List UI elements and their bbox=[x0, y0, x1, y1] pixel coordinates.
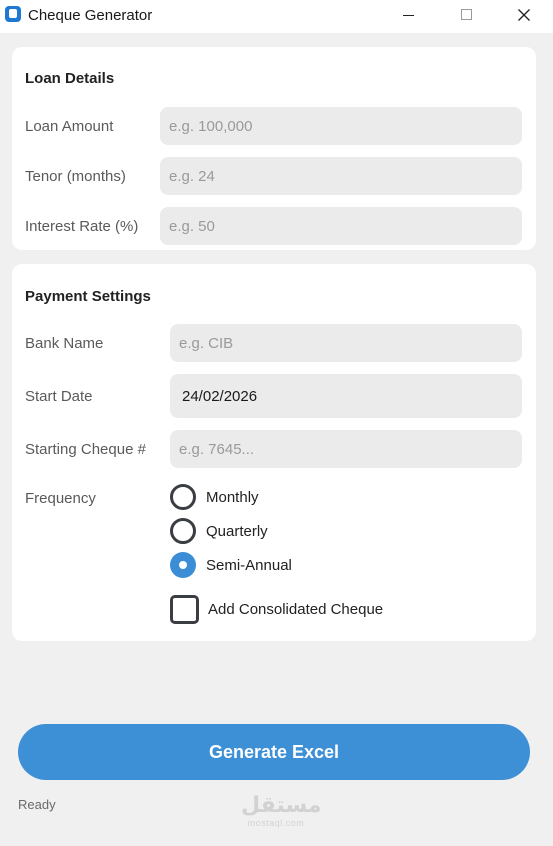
watermark-logo: مستقل mostaql.com bbox=[241, 792, 322, 829]
consolidated-cheque-option[interactable]: Add Consolidated Cheque bbox=[170, 595, 383, 624]
bank-name-input[interactable] bbox=[170, 324, 522, 362]
loan-amount-label: Loan Amount bbox=[25, 118, 114, 135]
loan-amount-input[interactable] bbox=[160, 107, 522, 145]
generate-excel-button[interactable]: Generate Excel bbox=[18, 724, 530, 780]
status-text: Ready bbox=[18, 797, 56, 812]
title-bar: Cheque Generator bbox=[0, 0, 553, 33]
bank-name-label: Bank Name bbox=[25, 335, 104, 352]
tenor-input[interactable] bbox=[160, 157, 522, 195]
watermark-latin: mostaql.com bbox=[247, 818, 305, 828]
app-icon bbox=[5, 6, 21, 22]
close-icon bbox=[518, 9, 530, 21]
watermark-arabic: مستقل bbox=[241, 792, 322, 817]
consolidated-cheque-checkbox[interactable] bbox=[170, 595, 199, 624]
start-date-input[interactable] bbox=[170, 374, 522, 418]
starting-cheque-label: Starting Cheque # bbox=[25, 441, 146, 458]
radio-label: Quarterly bbox=[206, 522, 268, 540]
starting-cheque-input[interactable] bbox=[170, 430, 522, 468]
frequency-option-semi-annual[interactable]: Semi-Annual bbox=[170, 552, 292, 578]
radio-label: Semi-Annual bbox=[206, 556, 292, 574]
window-title: Cheque Generator bbox=[28, 7, 153, 24]
interest-rate-input[interactable] bbox=[160, 207, 522, 245]
payment-settings-title: Payment Settings bbox=[25, 288, 151, 305]
minimize-button[interactable] bbox=[386, 0, 432, 31]
tenor-label: Tenor (months) bbox=[25, 168, 126, 185]
payment-settings-card: Payment Settings Bank Name Start Date St… bbox=[12, 264, 536, 641]
radio-button[interactable] bbox=[170, 484, 196, 510]
radio-button[interactable] bbox=[170, 518, 196, 544]
radio-label: Monthly bbox=[206, 488, 259, 506]
close-button[interactable] bbox=[501, 0, 547, 31]
frequency-label: Frequency bbox=[25, 490, 96, 507]
radio-button-selected[interactable] bbox=[170, 552, 196, 578]
frequency-option-monthly[interactable]: Monthly bbox=[170, 484, 259, 510]
maximize-button[interactable] bbox=[443, 0, 489, 31]
start-date-label: Start Date bbox=[25, 388, 93, 405]
loan-details-title: Loan Details bbox=[25, 70, 115, 87]
frequency-option-quarterly[interactable]: Quarterly bbox=[170, 518, 268, 544]
loan-details-card: Loan Details Loan Amount Tenor (months) … bbox=[12, 47, 536, 250]
interest-rate-label: Interest Rate (%) bbox=[25, 218, 139, 235]
consolidated-cheque-label: Add Consolidated Cheque bbox=[208, 601, 384, 618]
